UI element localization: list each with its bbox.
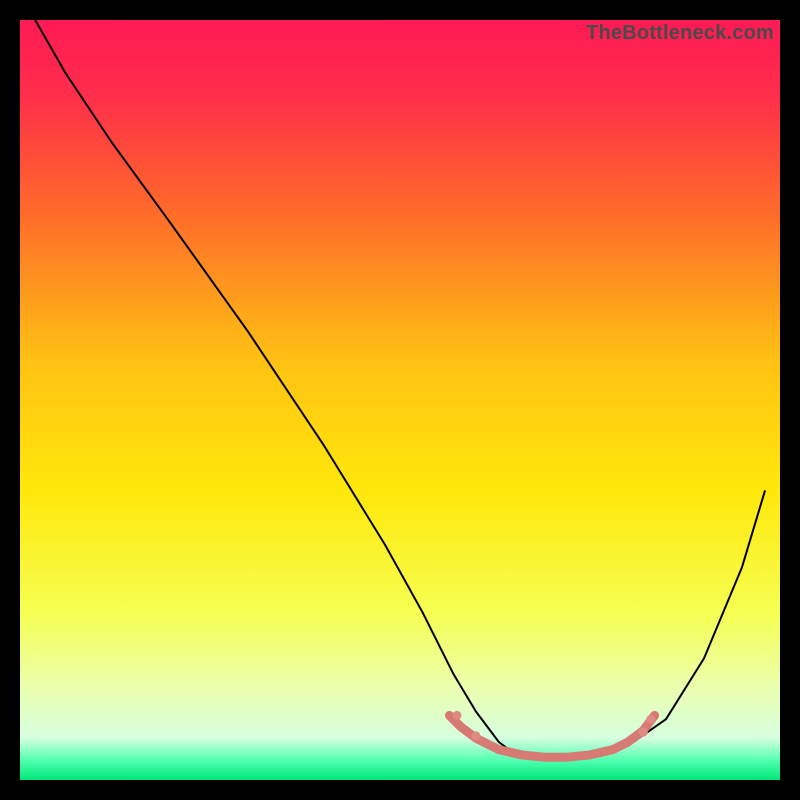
highlight-dot bbox=[646, 715, 655, 724]
bottleneck-chart bbox=[20, 20, 780, 780]
chart-frame: TheBottleneck.com bbox=[20, 20, 780, 780]
watermark-text: TheBottleneck.com bbox=[586, 22, 774, 45]
highlight-dot bbox=[639, 728, 648, 737]
highlight-dot bbox=[472, 731, 481, 740]
gradient-background bbox=[20, 20, 780, 780]
highlight-dot bbox=[453, 711, 462, 720]
